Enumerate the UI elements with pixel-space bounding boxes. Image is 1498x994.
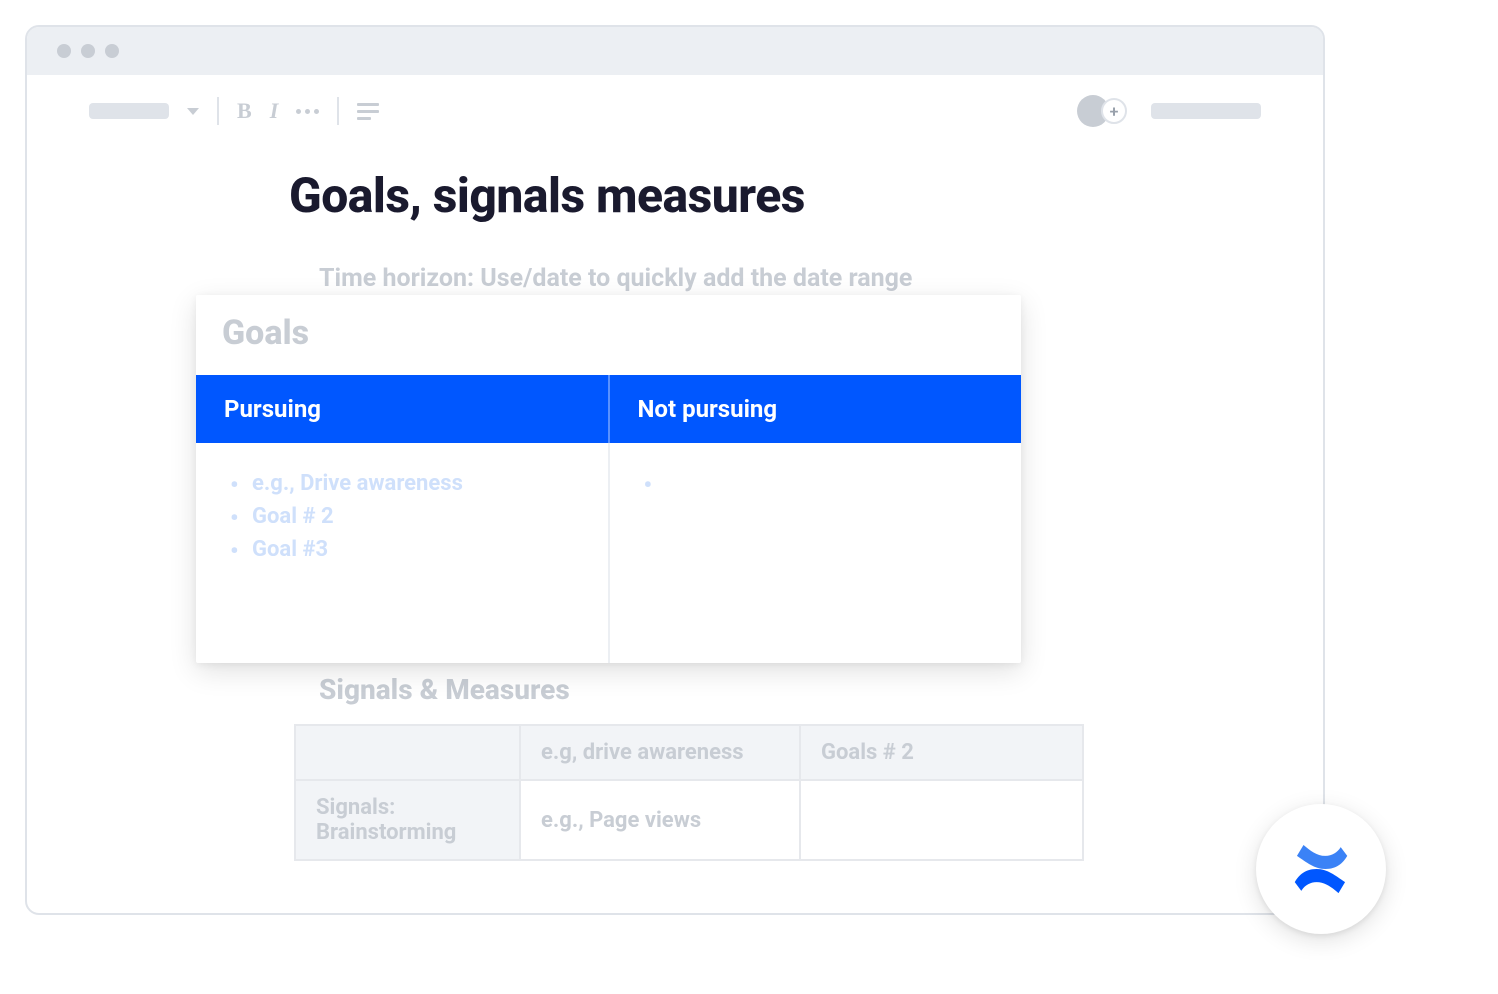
signals-header-col1[interactable]: e.g, drive awareness [520, 725, 800, 780]
table-row: e.g, drive awareness Goals # 2 [295, 725, 1083, 780]
align-icon[interactable] [357, 103, 379, 120]
toolbar-right: + [1077, 95, 1261, 127]
table-row: Signals: Brainstorming e.g., Page views [295, 780, 1083, 860]
signals-cell[interactable]: e.g., Page views [520, 780, 800, 860]
toolbar-divider [337, 97, 339, 125]
more-formatting-icon[interactable] [296, 109, 319, 114]
toolbar-left: B I [89, 97, 379, 125]
goals-header-not-pursuing[interactable]: Not pursuing [609, 375, 1022, 443]
action-button-placeholder[interactable] [1151, 103, 1261, 119]
traffic-light-minimize[interactable] [81, 44, 95, 58]
signals-header-col2[interactable]: Goals # 2 [800, 725, 1083, 780]
table-row: Pursuing Not pursuing [196, 375, 1021, 443]
list-item[interactable]: Goal # 2 [224, 500, 580, 533]
table-row: e.g., Drive awareness Goal # 2 Goal #3 [196, 443, 1021, 663]
italic-button[interactable]: I [270, 98, 279, 124]
add-collaborator-button[interactable]: + [1101, 98, 1127, 124]
confluence-icon [1286, 834, 1356, 904]
confluence-badge[interactable] [1256, 804, 1386, 934]
goals-not-pursuing-cell[interactable] [609, 443, 1022, 663]
page-title[interactable]: Goals, signals measures [289, 167, 1261, 224]
traffic-light-maximize[interactable] [105, 44, 119, 58]
list-item[interactable]: Goal #3 [224, 533, 580, 566]
goals-pursuing-cell[interactable]: e.g., Drive awareness Goal # 2 Goal #3 [196, 443, 609, 663]
goals-table: Pursuing Not pursuing e.g., Drive awaren… [196, 375, 1021, 663]
editor-toolbar: B I + [27, 75, 1323, 147]
signals-table: e.g, drive awareness Goals # 2 Signals: … [294, 724, 1084, 861]
goals-panel: Goals Pursuing Not pursuing e.g., Drive … [196, 295, 1021, 663]
traffic-light-close[interactable] [57, 44, 71, 58]
goals-panel-title[interactable]: Goals [196, 295, 1021, 375]
signals-row-label[interactable]: Signals: Brainstorming [295, 780, 520, 860]
page-subtitle[interactable]: Time horizon: Use/date to quickly add th… [319, 264, 1261, 293]
bold-button[interactable]: B [237, 98, 252, 124]
browser-chrome [27, 27, 1323, 75]
chevron-down-icon[interactable] [187, 108, 199, 115]
signals-header-blank[interactable] [295, 725, 520, 780]
pursuing-list: e.g., Drive awareness Goal # 2 Goal #3 [224, 467, 580, 566]
list-item[interactable]: e.g., Drive awareness [224, 467, 580, 500]
goals-header-pursuing[interactable]: Pursuing [196, 375, 609, 443]
signals-cell[interactable] [800, 780, 1083, 860]
signals-heading[interactable]: Signals & Measures [319, 673, 1261, 706]
avatar-group: + [1077, 95, 1127, 127]
style-selector-placeholder[interactable] [89, 103, 169, 119]
toolbar-divider [217, 97, 219, 125]
